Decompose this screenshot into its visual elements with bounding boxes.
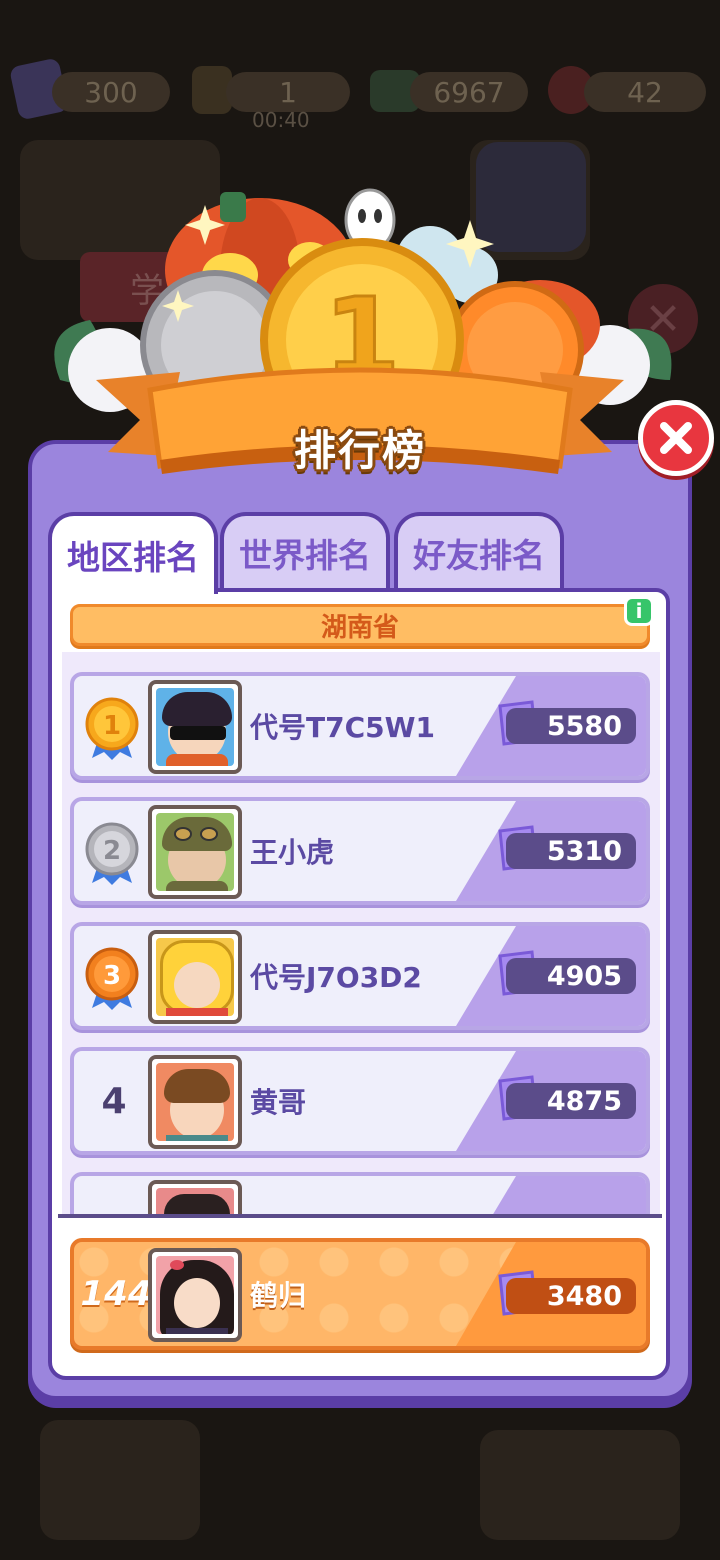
my-player-name: 鹤归 xyxy=(250,1279,307,1312)
yellow-hood-girl-avatar xyxy=(156,938,234,1016)
region-header: 湖南省 xyxy=(70,604,650,646)
hud-tickets: 300 xyxy=(52,72,170,112)
gold-medal-icon: 1 xyxy=(85,697,139,760)
info-button[interactable]: i xyxy=(624,596,654,626)
rank-number: 4 xyxy=(101,1080,127,1122)
my-ranking-row[interactable]: 144 鹤归 3480 xyxy=(70,1238,650,1350)
player-avatar[interactable] xyxy=(148,1180,242,1218)
medal-rank: 1 xyxy=(103,711,121,741)
medal-rank: 3 xyxy=(103,961,121,991)
black-hair-girl-avatar xyxy=(156,1256,234,1334)
region-name: 湖南省 xyxy=(320,612,399,643)
close-icon xyxy=(660,422,692,454)
ranking-row-partial[interactable] xyxy=(70,1172,650,1218)
tab-label: 地区排名 xyxy=(67,538,199,577)
player-name: 王小虎 xyxy=(250,836,335,869)
bronze-medal-icon: 3 xyxy=(85,947,139,1010)
brown-hair-boy-avatar xyxy=(156,1063,234,1141)
medal-rank: 2 xyxy=(103,836,121,866)
leaderboard-title: 排行榜 xyxy=(293,425,426,475)
player-score: 5580 xyxy=(506,708,636,744)
my-rank-number: 144 xyxy=(80,1274,152,1314)
ghost-eye xyxy=(374,209,382,223)
ranking-list[interactable]: 1 代号T7C5W1 5580 2 王小虎 5310 3 代号J7O3D2 49… xyxy=(62,652,660,1218)
my-score: 3480 xyxy=(506,1278,636,1314)
tab-region-ranking[interactable]: 地区排名 xyxy=(48,512,218,594)
tab-friend-ranking[interactable]: 好友排名 xyxy=(394,512,564,590)
goggles-boy-avatar xyxy=(156,813,234,891)
pumpkin-stem xyxy=(220,192,246,222)
background-tile xyxy=(480,1430,680,1540)
player-avatar[interactable] xyxy=(148,1055,242,1149)
player-avatar[interactable] xyxy=(148,805,242,899)
silver-medal-icon: 2 xyxy=(85,822,139,885)
player-name: 黄哥 xyxy=(250,1086,307,1119)
info-icon: i xyxy=(635,599,643,623)
background-tile xyxy=(40,1420,200,1540)
hud-energy: 1 xyxy=(226,72,350,112)
player-name: 代号J7O3D2 xyxy=(250,961,422,994)
tab-label: 好友排名 xyxy=(413,536,545,575)
ranking-row[interactable]: 4 黄哥 4875 xyxy=(70,1047,650,1155)
tab-label: 世界排名 xyxy=(239,536,371,575)
sunglasses-boy-avatar xyxy=(156,688,234,766)
ranking-row[interactable]: 1 代号T7C5W1 5580 xyxy=(70,672,650,780)
ranking-row[interactable]: 2 王小虎 5310 xyxy=(70,797,650,905)
close-button[interactable] xyxy=(638,400,714,476)
player-name: 代号T7C5W1 xyxy=(250,711,435,744)
player-score: 5310 xyxy=(506,833,636,869)
row-stripe xyxy=(456,1176,646,1218)
player-score: 4875 xyxy=(506,1083,636,1119)
tab-world-ranking[interactable]: 世界排名 xyxy=(220,512,390,590)
hud-energy-timer: 00:40 xyxy=(252,108,310,132)
player-avatar[interactable] xyxy=(148,930,242,1024)
hud-cash: 6967 xyxy=(410,72,528,112)
my-avatar[interactable] xyxy=(148,1248,242,1342)
ranking-row[interactable]: 3 代号J7O3D2 4905 xyxy=(70,922,650,1030)
ghost-eye xyxy=(358,209,366,223)
player-avatar[interactable] xyxy=(148,680,242,774)
list-divider xyxy=(58,1214,662,1218)
hud-hearts: 42 xyxy=(584,72,706,112)
player-score: 4905 xyxy=(506,958,636,994)
